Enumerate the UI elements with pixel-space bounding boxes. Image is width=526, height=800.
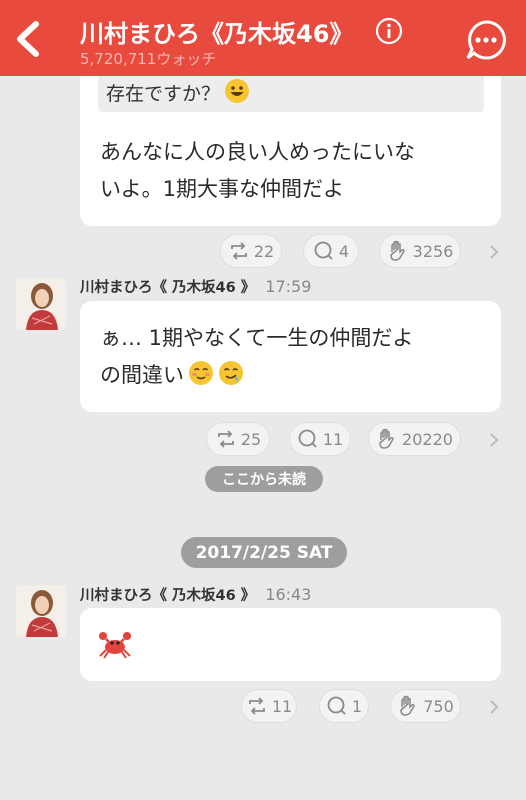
smile-emoji-icon [225,79,250,103]
crab-emoji-icon [99,632,131,659]
clap-button[interactable]: 20220 [368,422,461,456]
sender-name[interactable]: 川村まひろ《 乃木坂46 》 [80,588,255,604]
reply-icon [314,241,333,260]
message-card[interactable]: ぁ… 1期やなくて一生の仲間だよ の間違い [80,301,501,412]
chat-bubble-icon[interactable] [464,18,508,62]
message-card[interactable]: 存在ですか？ あんなに人の良い人めったにいな いよ。1期大事な仲間だよ [80,58,501,226]
message-text-line: いよ。1期大事な仲間だよ [100,177,344,201]
watch-count: 5,720,711ウォッチ [80,50,217,68]
retweet-count: 22 [253,241,275,261]
relieved-emoji-icon [189,361,213,385]
retweet-button[interactable]: 11 [241,689,297,723]
top-bar: 川村まひろ《乃木坂46》 5,720,711ウォッチ [0,0,526,76]
message-text-line: の間違い [100,357,413,394]
reply-icon [327,696,346,715]
retweet-icon [230,242,247,260]
reply-count: 1 [351,696,363,716]
message-text-line: ぁ… 1期やなくて一生の仲間だよ [100,326,414,350]
retweet-icon [248,697,265,715]
reply-button[interactable]: 1 [319,689,369,723]
page-title: 川村まひろ《乃木坂46》 [80,20,354,48]
clap-button[interactable]: 3256 [379,234,461,268]
sender-name[interactable]: 川村まひろ《 乃木坂46 》 [80,280,255,296]
drool-emoji-icon [219,361,243,385]
clap-button[interactable]: 750 [390,689,461,723]
message-text-line: あんなに人の良い人めったにいな [100,140,415,164]
reply-count: 4 [338,241,350,261]
chevron-right-icon[interactable] [488,243,500,261]
avatar[interactable] [16,278,66,330]
message-card[interactable] [80,608,501,681]
clap-count: 3256 [412,241,454,261]
clap-count: 750 [423,696,454,716]
reply-button[interactable]: 11 [289,422,351,456]
reply-icon [298,429,317,448]
back-arrow-icon[interactable] [10,18,50,60]
message-time: 16:43 [265,585,312,604]
retweet-count: 25 [240,429,262,449]
retweet-button[interactable]: 25 [206,422,270,456]
chevron-right-icon[interactable] [488,431,500,449]
reply-count: 11 [322,429,344,449]
quoted-text: 存在ですか？ [98,76,484,112]
retweet-icon [217,430,234,448]
retweet-button[interactable]: 22 [220,234,282,268]
chevron-right-icon[interactable] [488,698,500,716]
info-icon[interactable] [375,17,403,45]
avatar[interactable] [16,585,66,637]
clap-icon [400,695,415,716]
reply-button[interactable]: 4 [303,234,359,268]
clap-icon [379,428,394,449]
date-marker: 2017/2/25 SAT [181,537,347,568]
clap-count: 20220 [402,429,453,449]
unread-marker: ここから未読 [205,466,323,492]
retweet-count: 11 [271,696,293,716]
clap-icon [389,240,405,261]
message-time: 17:59 [265,277,312,296]
